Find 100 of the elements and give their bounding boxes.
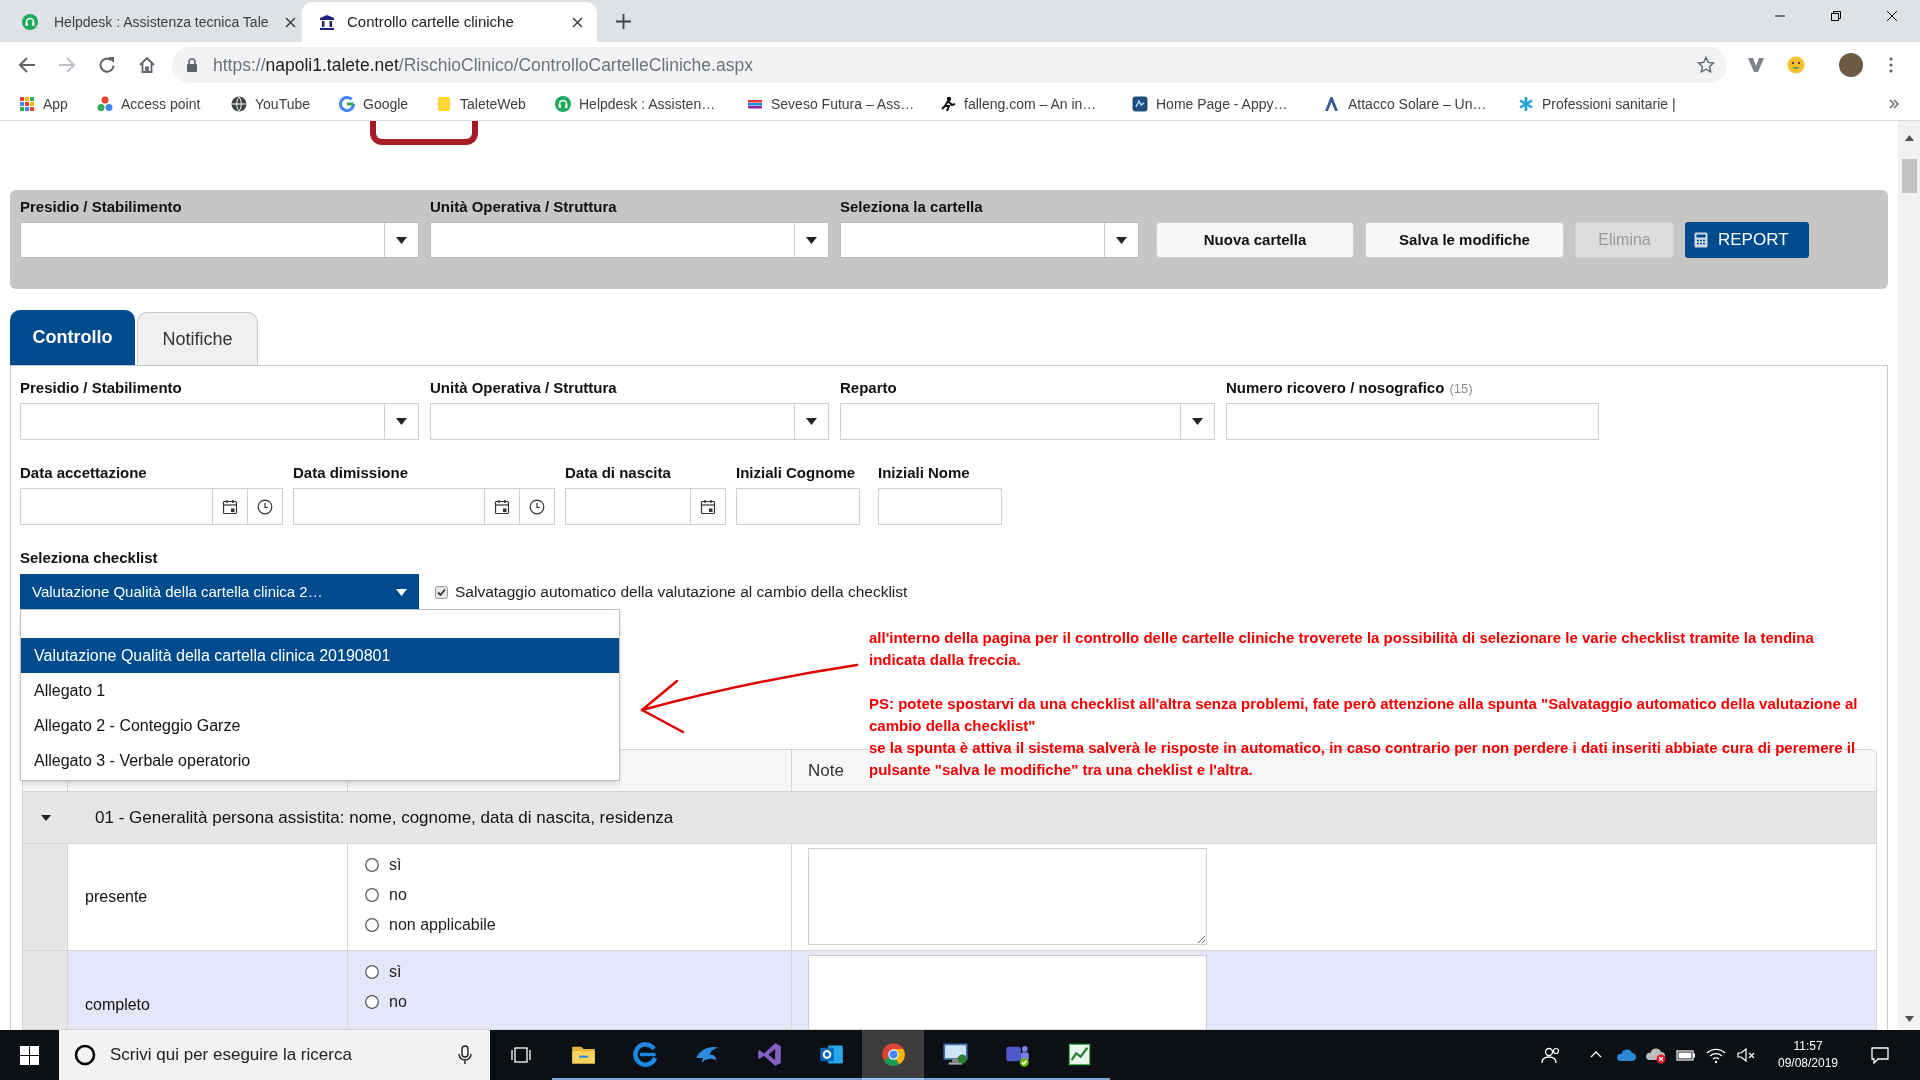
save-changes-button[interactable]: Salva le modifiche bbox=[1365, 222, 1564, 258]
address-bar[interactable]: https://napoli1.talete.net/RischioClinico/ControlloCartelleCliniche.aspx bbox=[172, 47, 1727, 83]
calendar-icon bbox=[700, 498, 716, 515]
caret-down-icon bbox=[806, 418, 817, 425]
caret-down-icon[interactable] bbox=[40, 812, 51, 823]
url-text: https://napoli1.talete.net/RischioClinico/ControlloCartelleCliniche.aspx bbox=[213, 53, 753, 77]
autosave-checkbox[interactable]: Salvataggio automatico della valutazione al cambio della checklist bbox=[435, 580, 908, 604]
bookmark[interactable]: Access point bbox=[97, 93, 231, 115]
report-button[interactable]: REPORT bbox=[1685, 222, 1809, 258]
search-box[interactable]: Scrivi qui per eseguire la ricerca bbox=[59, 1030, 490, 1080]
bookmark[interactable]: Attacco Solare – Un… bbox=[1324, 93, 1518, 115]
asterisk-icon bbox=[1518, 96, 1534, 112]
field-label: Data accettazione bbox=[20, 463, 147, 483]
caret-down-icon bbox=[1192, 418, 1203, 425]
close-icon[interactable] bbox=[284, 16, 296, 28]
microphone-icon[interactable] bbox=[457, 1045, 473, 1065]
radio-option[interactable]: no bbox=[365, 880, 407, 910]
menu-icon[interactable] bbox=[1889, 57, 1893, 73]
avatar-icon[interactable] bbox=[1839, 53, 1863, 77]
field-label: Numero ricovero / nosografico bbox=[1226, 378, 1445, 398]
text-field[interactable] bbox=[878, 488, 1002, 525]
close-icon bbox=[1887, 11, 1897, 21]
page-icon bbox=[436, 96, 452, 112]
home-icon[interactable] bbox=[138, 56, 156, 74]
dropdown-option[interactable]: Valutazione Qualità della cartella clinica 20190801 bbox=[21, 638, 619, 673]
scrollbar-track[interactable] bbox=[1898, 121, 1920, 1030]
select-field[interactable] bbox=[840, 403, 1215, 440]
row-label: completo bbox=[85, 996, 150, 1013]
select-field[interactable] bbox=[20, 222, 419, 258]
star-icon[interactable] bbox=[1697, 56, 1715, 74]
speaker-muted-icon[interactable] bbox=[1736, 1046, 1756, 1064]
checklist-dropdown[interactable]: Valutazione Qualità della cartella clinica 2… bbox=[20, 574, 419, 610]
scroll-down-icon[interactable] bbox=[1904, 1016, 1914, 1022]
bookmark[interactable]: App bbox=[19, 93, 97, 115]
triangle-logo-icon bbox=[1324, 96, 1340, 112]
row-label: presente bbox=[85, 887, 148, 907]
character-limit-hint: (15) bbox=[1449, 380, 1473, 398]
select-field[interactable] bbox=[430, 222, 829, 258]
dropdown-option[interactable]: Allegato 3 - Verbale operatorio bbox=[21, 743, 619, 778]
restore-icon bbox=[1831, 11, 1841, 21]
dots-icon bbox=[97, 96, 113, 112]
scroll-up-icon[interactable] bbox=[1904, 135, 1914, 141]
bookmark[interactable]: TaleteWeb bbox=[436, 93, 555, 115]
clock-icon bbox=[257, 498, 273, 515]
field-label: Data di nascita bbox=[565, 463, 671, 483]
plus-icon[interactable] bbox=[616, 14, 631, 29]
ring-icon bbox=[74, 1044, 96, 1066]
v-mark-icon[interactable] bbox=[1747, 56, 1765, 74]
bookmark[interactable]: YouTube bbox=[231, 93, 339, 115]
field-label: Unità Operativa / Struttura bbox=[430, 378, 617, 398]
bookmark[interactable]: falleng.com – An in… bbox=[940, 93, 1132, 115]
select-field[interactable] bbox=[20, 403, 419, 440]
select-field[interactable] bbox=[840, 222, 1139, 258]
dropdown-option[interactable]: Allegato 1 bbox=[21, 673, 619, 708]
emoji-icon[interactable] bbox=[1787, 56, 1805, 74]
columns-icon bbox=[319, 14, 335, 30]
caret-down-icon bbox=[1116, 236, 1127, 244]
globe-icon bbox=[231, 96, 247, 112]
bookmark[interactable]: Helpdesk : Assisten… bbox=[555, 93, 747, 115]
dropdown-option[interactable]: Allegato 2 - Conteggio Garze bbox=[21, 708, 619, 743]
wifi-icon[interactable] bbox=[1706, 1046, 1726, 1064]
close-icon[interactable] bbox=[572, 16, 583, 28]
people-icon[interactable] bbox=[1541, 1046, 1561, 1064]
text-field[interactable] bbox=[1226, 403, 1599, 440]
scrollbar-thumb[interactable] bbox=[1901, 159, 1917, 193]
browser-tab[interactable]: Helpdesk : Assistenza tecnica Tale bbox=[8, 2, 298, 42]
new-record-button[interactable]: Nuova cartella bbox=[1156, 222, 1354, 258]
bookmark[interactable]: Seveso Futura – Ass… bbox=[747, 93, 940, 115]
search-field[interactable]: Scrivi qui per eseguire la ricerca bbox=[110, 1042, 443, 1068]
radio-option[interactable]: no bbox=[365, 987, 407, 1017]
back-icon[interactable] bbox=[18, 56, 36, 74]
radio-option[interactable]: sì bbox=[365, 957, 402, 987]
clock[interactable]: 11:57 09/08/2019 bbox=[1771, 1030, 1845, 1080]
field-label: Unità Operativa / Struttura bbox=[430, 197, 618, 217]
group-row[interactable]: 01 - Generalità persona assistita: nome, cognome, data di nascita, residenza bbox=[23, 792, 1876, 844]
field-label: Presidio / Stabilimento bbox=[20, 378, 182, 398]
browser-tab[interactable]: Controllo cartelle cliniche bbox=[302, 2, 597, 42]
bookmark[interactable]: Professioni sanitarie | bbox=[1518, 93, 1676, 115]
tab[interactable]: Controllo bbox=[10, 310, 135, 365]
bookmark[interactable]: Home Page - Appy… bbox=[1132, 93, 1324, 115]
bookmark[interactable]: Google bbox=[339, 93, 436, 115]
radio-option[interactable]: sì bbox=[365, 850, 402, 880]
tab[interactable]: Notifiche bbox=[137, 312, 258, 365]
radio-option[interactable]: non applicabile bbox=[365, 910, 496, 940]
select-field[interactable] bbox=[430, 403, 829, 440]
double-chevron-icon[interactable] bbox=[1889, 99, 1899, 109]
date-field[interactable] bbox=[565, 488, 726, 525]
field-label: Seleziona la cartella bbox=[840, 197, 984, 217]
date-field[interactable] bbox=[293, 488, 555, 525]
annotation-text: PS: potete spostarvi da una checklist all'altra senza problemi, fate però attenzione alla spunta "Salvataggio automatico della valutazione al cambio della checklist" bbox=[869, 694, 1859, 736]
notification-icon[interactable] bbox=[1870, 1046, 1890, 1064]
task-view-icon[interactable] bbox=[511, 1046, 531, 1064]
text-field[interactable] bbox=[736, 488, 860, 525]
reload-icon[interactable] bbox=[98, 56, 116, 74]
date-field[interactable] bbox=[20, 488, 283, 525]
clock-icon bbox=[529, 498, 545, 515]
taskbar-app[interactable] bbox=[862, 1030, 924, 1080]
apps-grid-icon bbox=[19, 96, 35, 112]
cloud-error-icon[interactable] bbox=[1645, 1046, 1667, 1064]
caret-down-icon bbox=[806, 236, 817, 244]
